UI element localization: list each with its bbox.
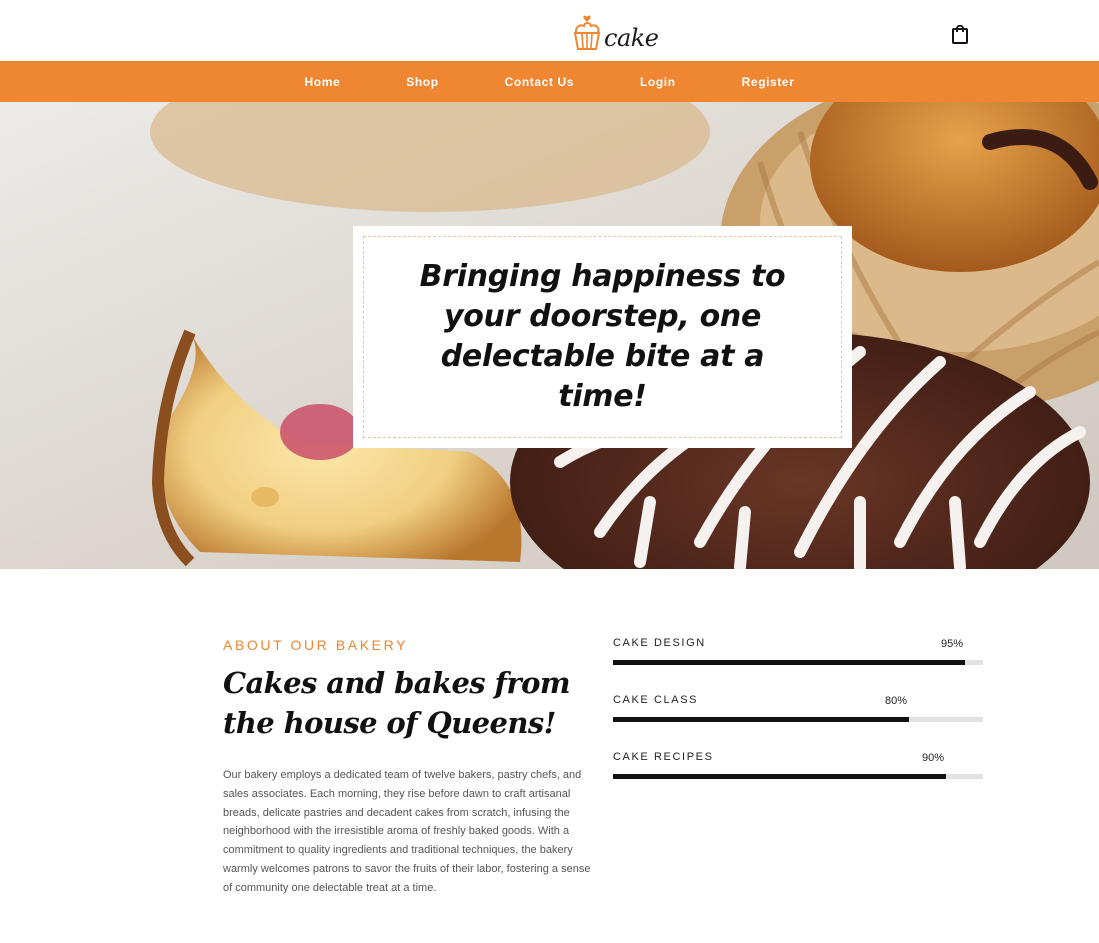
- hero-headline: Bringing happiness to your doorstep, one…: [419, 259, 786, 414]
- progress-fill: [613, 717, 909, 722]
- skill-cake-recipes: CAKE RECIPES 90%: [613, 751, 983, 808]
- progress-track: [613, 717, 983, 722]
- skill-label: CAKE CLASS: [613, 694, 699, 706]
- cupcake-icon: [573, 15, 601, 50]
- skill-cake-design: CAKE DESIGN 95%: [613, 637, 983, 694]
- skill-percent: 80%: [885, 695, 908, 707]
- about-description: Our bakery employs a dedicated team of t…: [223, 769, 591, 894]
- progress-track: [613, 774, 983, 779]
- progress-fill: [613, 660, 965, 665]
- skills-list: CAKE DESIGN 95% CAKE CLASS 80% CAKE RECI…: [613, 637, 983, 808]
- brand-logo[interactable]: cake: [572, 12, 659, 52]
- skill-percent: 90%: [922, 752, 945, 764]
- progress-fill: [613, 774, 946, 779]
- about-eyebrow: ABOUT OUR BAKERY: [223, 637, 409, 653]
- cart-button[interactable]: [950, 23, 970, 45]
- skill-label: CAKE DESIGN: [613, 637, 706, 649]
- brand-name: cake: [604, 24, 659, 52]
- about-heading: Cakes and bakes from the house of Queens…: [223, 666, 571, 740]
- main-nav: Home Shop Contact Us Login Register: [0, 61, 1099, 102]
- shopping-bag-icon: [952, 24, 968, 44]
- skill-percent: 95%: [941, 638, 964, 650]
- site-header: cake: [0, 0, 1099, 61]
- hero-card: Bringing happiness to your doorstep, one…: [353, 226, 852, 448]
- hero-card-frame: Bringing happiness to your doorstep, one…: [363, 236, 842, 438]
- skill-cake-class: CAKE CLASS 80%: [613, 694, 983, 751]
- nav-register[interactable]: Register: [709, 75, 828, 89]
- hero-banner: Bringing happiness to your doorstep, one…: [0, 102, 1099, 569]
- nav-login[interactable]: Login: [607, 75, 709, 89]
- progress-track: [613, 660, 983, 665]
- nav-home[interactable]: Home: [272, 75, 374, 89]
- nav-contact-us[interactable]: Contact Us: [472, 75, 607, 89]
- nav-shop[interactable]: Shop: [373, 75, 471, 89]
- skill-label: CAKE RECIPES: [613, 751, 714, 763]
